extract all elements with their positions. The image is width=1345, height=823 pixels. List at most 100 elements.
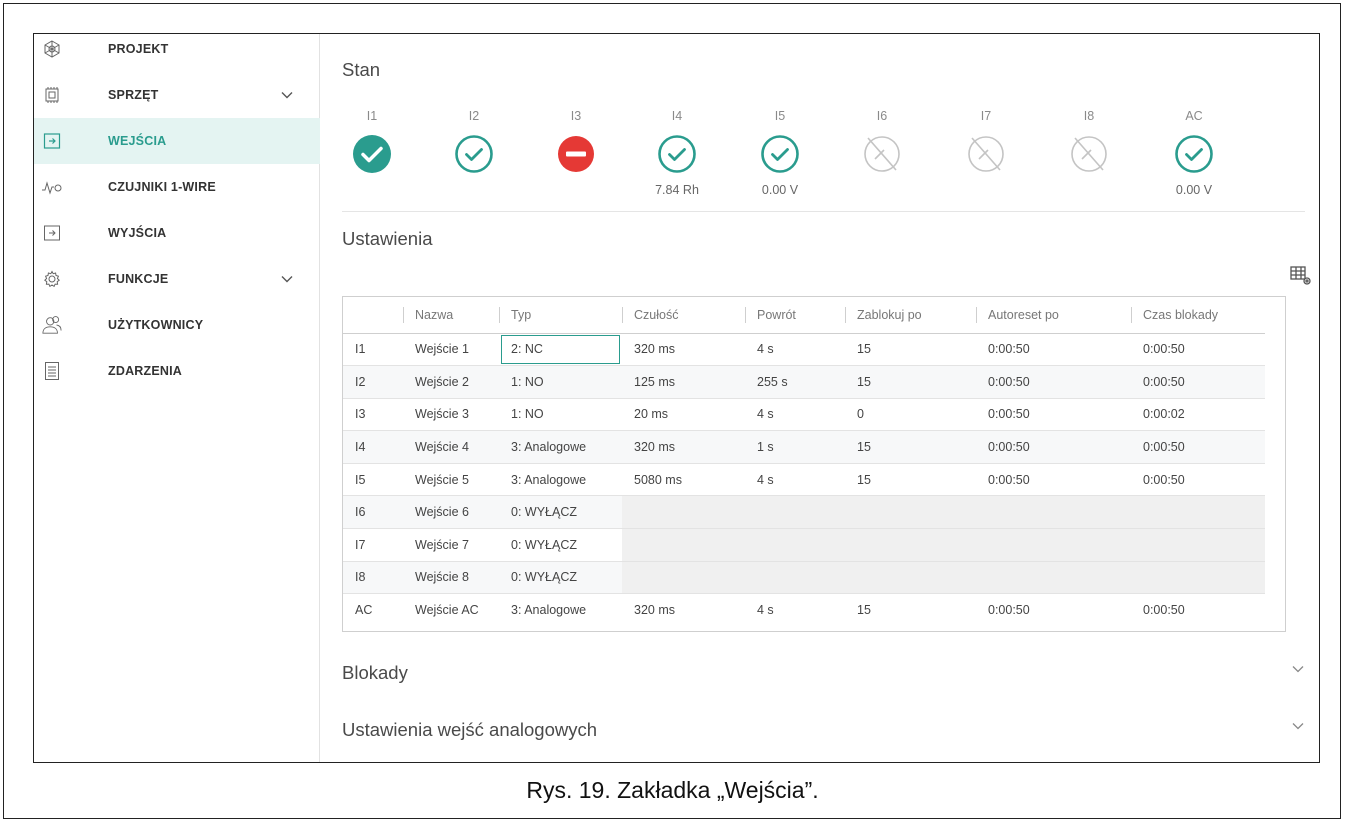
lock-after-cell[interactable]: 15: [845, 430, 976, 464]
name-cell[interactable]: Wejście 2: [403, 365, 499, 399]
id-cell: I2: [343, 365, 403, 399]
lock-time-cell[interactable]: [1131, 561, 1265, 595]
column-header-typ[interactable]: Typ: [499, 297, 622, 334]
lock-time-cell[interactable]: 0:00:02: [1131, 398, 1265, 432]
section-blokady[interactable]: Blokady: [342, 662, 1305, 692]
lock-after-cell[interactable]: 15: [845, 365, 976, 399]
sensitivity-cell[interactable]: 125 ms: [622, 365, 745, 399]
sensitivity-cell[interactable]: 20 ms: [622, 398, 745, 432]
sensitivity-cell[interactable]: [622, 528, 745, 562]
type-cell[interactable]: 1: NO: [499, 365, 622, 399]
lock-after-cell[interactable]: [845, 561, 976, 595]
sidebar-item-funkcje[interactable]: FUNKCJE: [34, 256, 320, 302]
type-cell[interactable]: 0: WYŁĄCZ: [499, 561, 622, 595]
autoreset-cell[interactable]: [976, 561, 1131, 595]
lock-after-cell[interactable]: [845, 495, 976, 530]
autoreset-cell[interactable]: 0:00:50: [976, 333, 1131, 367]
status-label: I2: [468, 109, 480, 123]
chevron-down-icon[interactable]: [280, 272, 294, 286]
lock-time-cell[interactable]: 0:00:50: [1131, 463, 1265, 497]
sensitivity-cell[interactable]: 320 ms: [622, 594, 745, 627]
lock-after-cell[interactable]: 15: [845, 463, 976, 497]
sensitivity-cell[interactable]: 320 ms: [622, 430, 745, 464]
name-cell[interactable]: Wejście AC: [403, 594, 499, 627]
sensitivity-cell[interactable]: 320 ms: [622, 333, 745, 367]
table-row[interactable]: I7 Wejście 7 0: WYŁĄCZ: [343, 528, 1265, 562]
outputs-icon: [42, 223, 62, 243]
lock-time-cell[interactable]: [1131, 528, 1265, 562]
autoreset-cell[interactable]: 0:00:50: [976, 430, 1131, 464]
lock-time-cell[interactable]: 0:00:50: [1131, 333, 1265, 367]
sidebar-item-wejscia[interactable]: WEJŚCIA: [34, 118, 320, 164]
return-cell[interactable]: [745, 528, 845, 562]
lock-after-cell[interactable]: [845, 528, 976, 562]
chevron-down-icon[interactable]: [280, 88, 294, 102]
sidebar-item-projekt[interactable]: PROJEKT: [34, 34, 320, 72]
autoreset-cell[interactable]: 0:00:50: [976, 594, 1131, 627]
autoreset-cell[interactable]: [976, 528, 1131, 562]
return-cell[interactable]: 1 s: [745, 430, 845, 464]
return-cell[interactable]: [745, 561, 845, 595]
column-header-zablokuj[interactable]: Zablokuj po: [845, 297, 976, 334]
name-cell[interactable]: Wejście 5: [403, 463, 499, 497]
return-cell[interactable]: 4 s: [745, 398, 845, 432]
return-cell[interactable]: [745, 495, 845, 530]
sensitivity-cell[interactable]: [622, 495, 745, 530]
sidebar-item-uzytkownicy[interactable]: UŻYTKOWNICY: [34, 302, 320, 348]
autoreset-cell[interactable]: [976, 495, 1131, 530]
section-analog-settings[interactable]: Ustawienia wejść analogowych: [342, 719, 1305, 749]
type-cell[interactable]: 3: Analogowe: [499, 463, 622, 497]
sidebar-item-label: FUNKCJE: [108, 272, 169, 286]
type-cell[interactable]: 0: WYŁĄCZ: [499, 495, 622, 530]
sensitivity-cell[interactable]: 5080 ms: [622, 463, 745, 497]
sidebar-item-sprzet[interactable]: SPRZĘT: [34, 72, 320, 118]
type-cell[interactable]: 2: NC: [499, 333, 622, 367]
table-settings-icon[interactable]: [1290, 266, 1312, 286]
table-row[interactable]: I4 Wejście 4 3: Analogowe 320 ms 1 s 15 0:00:5…: [343, 430, 1265, 464]
lock-after-cell[interactable]: 0: [845, 398, 976, 432]
table-row[interactable]: I8 Wejście 8 0: WYŁĄCZ: [343, 561, 1265, 595]
lock-time-cell[interactable]: 0:00:50: [1131, 365, 1265, 399]
type-cell[interactable]: 3: Analogowe: [499, 594, 622, 627]
type-cell[interactable]: 1: NO: [499, 398, 622, 432]
return-cell[interactable]: 4 s: [745, 594, 845, 627]
column-header-autoreset[interactable]: Autoreset po: [976, 297, 1131, 334]
name-cell[interactable]: Wejście 3: [403, 398, 499, 432]
table-row[interactable]: I5 Wejście 5 3: Analogowe 5080 ms 4 s 15 0:00:…: [343, 463, 1265, 497]
lock-after-cell[interactable]: 15: [845, 594, 976, 627]
name-cell[interactable]: Wejście 4: [403, 430, 499, 464]
name-cell[interactable]: Wejście 8: [403, 561, 499, 595]
table-row[interactable]: I1 Wejście 1 2: NC 320 ms 4 s 15 0:00:50 0:00:5…: [343, 333, 1265, 367]
lock-time-cell[interactable]: [1131, 495, 1265, 530]
type-cell[interactable]: 3: Analogowe: [499, 430, 622, 464]
chevron-down-icon: [1292, 666, 1304, 673]
table-row[interactable]: I6 Wejście 6 0: WYŁĄCZ: [343, 495, 1265, 530]
table-header-row: Nazwa Typ Czułość Powrót Zablokuj po Aut…: [343, 297, 1265, 334]
sidebar-item-wyjscia[interactable]: WYJŚCIA: [34, 210, 320, 256]
lock-after-cell[interactable]: 15: [845, 333, 976, 367]
type-cell[interactable]: 0: WYŁĄCZ: [499, 528, 622, 562]
autoreset-cell[interactable]: 0:00:50: [976, 463, 1131, 497]
return-cell[interactable]: 255 s: [745, 365, 845, 399]
table-row[interactable]: I3 Wejście 3 1: NO 20 ms 4 s 0 0:00:50 0:00:02: [343, 398, 1265, 432]
return-cell[interactable]: 4 s: [745, 333, 845, 367]
sidebar-item-czujniki[interactable]: CZUJNIKI 1-WIRE: [34, 164, 320, 210]
table-row[interactable]: I2 Wejście 2 1: NO 125 ms 255 s 15 0:00:50 0:00…: [343, 365, 1265, 399]
name-cell[interactable]: Wejście 1: [403, 333, 499, 367]
table-row[interactable]: AC Wejście AC 3: Analogowe 320 ms 4 s 15 0:00:…: [343, 594, 1265, 627]
return-cell[interactable]: 4 s: [745, 463, 845, 497]
sidebar-item-zdarzenia[interactable]: ZDARZENIA: [34, 348, 320, 394]
name-cell[interactable]: Wejście 7: [403, 528, 499, 562]
name-cell[interactable]: Wejście 6: [403, 495, 499, 530]
column-header-czas-blokady[interactable]: Czas blokady: [1131, 297, 1265, 334]
lock-time-cell[interactable]: 0:00:50: [1131, 430, 1265, 464]
column-header-powrot[interactable]: Powrót: [745, 297, 845, 334]
sidebar-item-label: SPRZĘT: [108, 88, 159, 102]
autoreset-cell[interactable]: 0:00:50: [976, 365, 1131, 399]
column-header-czulosc[interactable]: Czułość: [622, 297, 745, 334]
column-header-nazwa[interactable]: Nazwa: [403, 297, 499, 334]
lock-time-cell[interactable]: 0:00:50: [1131, 594, 1265, 627]
sensitivity-cell[interactable]: [622, 561, 745, 595]
chevron-down-icon: [1292, 723, 1304, 730]
autoreset-cell[interactable]: 0:00:50: [976, 398, 1131, 432]
